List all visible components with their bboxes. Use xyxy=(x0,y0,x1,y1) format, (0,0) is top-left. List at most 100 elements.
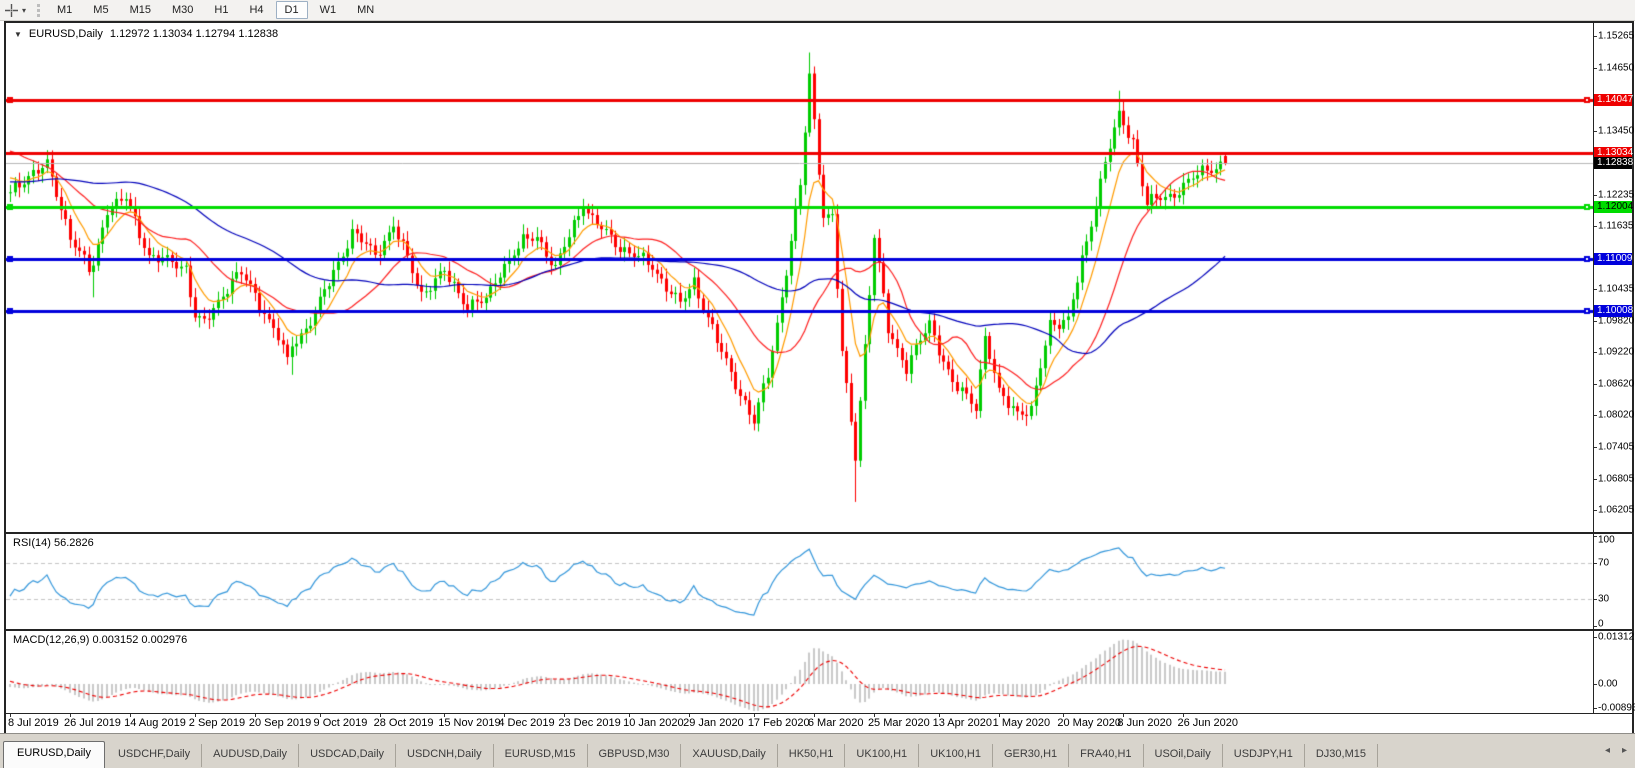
date-label: 1 May 2020 xyxy=(993,717,1050,729)
timeframe-button-w1[interactable]: W1 xyxy=(311,1,346,19)
chart-tab-hk50-h1[interactable]: HK50,H1 xyxy=(778,744,846,767)
chart-tab-ger30-h1[interactable]: GER30,H1 xyxy=(993,744,1069,767)
date-label: 10 Jan 2020 xyxy=(623,717,684,729)
toolbar-grip[interactable] xyxy=(37,4,40,17)
macd-axis[interactable]: 0.01312 0.00 -0.00893 xyxy=(1593,631,1632,713)
macd-pane: MACD(12,26,9) 0.003152 0.002976 0.013120… xyxy=(6,629,1632,713)
price-tick-label: 1.09220 xyxy=(1598,347,1634,358)
timeframe-button-h1[interactable]: H1 xyxy=(205,1,237,19)
price-tick-mark xyxy=(1594,510,1597,511)
price-line-label: 1.10008 xyxy=(1594,305,1632,317)
date-axis[interactable]: 8 Jul 201926 Jul 201914 Aug 20192 Sep 20… xyxy=(6,713,1632,733)
macd-tick-label: 0.01312 xyxy=(1598,632,1634,643)
price-tick-label: 1.13450 xyxy=(1598,125,1634,136)
chart-tab-usdchf-daily[interactable]: USDCHF,Daily xyxy=(107,744,202,767)
price-tick-mark xyxy=(1594,131,1597,132)
rsi-tick-mark xyxy=(1594,563,1597,564)
price-tick-mark xyxy=(1594,447,1597,448)
chart-tab-usdcad-daily[interactable]: USDCAD,Daily xyxy=(299,744,396,767)
rsi-tick-label: 100 xyxy=(1598,535,1615,546)
price-line-label: 1.14047 xyxy=(1594,94,1632,106)
chart-title: ▼ EURUSD,Daily 1.12972 1.13034 1.12794 1… xyxy=(14,28,278,40)
date-label: 23 Dec 2019 xyxy=(558,717,620,729)
price-line-label: 1.12004 xyxy=(1594,201,1632,213)
chart-tab-dj30-m15[interactable]: DJ30,M15 xyxy=(1305,744,1378,767)
price-tick-mark xyxy=(1594,289,1597,290)
price-tick-mark xyxy=(1594,36,1597,37)
chart-tab-xauusd-daily[interactable]: XAUUSD,Daily xyxy=(681,744,777,767)
timeframe-button-h4[interactable]: H4 xyxy=(240,1,272,19)
date-label: 4 Dec 2019 xyxy=(498,717,554,729)
price-tick-mark xyxy=(1594,479,1597,480)
price-tick-label: 1.12235 xyxy=(1598,189,1634,200)
price-chart-canvas[interactable] xyxy=(6,23,1593,532)
symbol-label: EURUSD,Daily xyxy=(29,28,103,40)
date-label: 6 Mar 2020 xyxy=(808,717,864,729)
ohlc-values: 1.12972 1.13034 1.12794 1.12838 xyxy=(110,28,278,40)
macd-canvas[interactable] xyxy=(6,631,1593,713)
tab-scroll-left-icon[interactable]: ◂ xyxy=(1605,745,1610,756)
crosshair-tool-icon[interactable] xyxy=(3,2,19,18)
timeframe-button-d1[interactable]: D1 xyxy=(276,1,308,19)
chart-tab-audusd-daily[interactable]: AUDUSD,Daily xyxy=(202,744,299,767)
price-tick-label: 1.14650 xyxy=(1598,63,1634,74)
rsi-tick-label: 0 xyxy=(1598,619,1604,630)
date-label: 2 Sep 2019 xyxy=(189,717,245,729)
chart-tab-uk100-h1[interactable]: UK100,H1 xyxy=(919,744,993,767)
date-label: 28 Oct 2019 xyxy=(374,717,434,729)
macd-tick-mark xyxy=(1594,684,1597,685)
timeframe-button-m30[interactable]: M30 xyxy=(163,1,202,19)
macd-tick-mark xyxy=(1594,708,1597,709)
price-tick-label: 1.07405 xyxy=(1598,442,1634,453)
price-tick-mark xyxy=(1594,321,1597,322)
chart-tab-usoil-daily[interactable]: USOil,Daily xyxy=(1144,744,1223,767)
tab-scroll-arrows: ◂ ▸ xyxy=(1605,745,1627,756)
chart-tab-bar: EURUSD,DailyUSDCHF,DailyAUDUSD,DailyUSDC… xyxy=(0,733,1635,768)
price-tick-mark xyxy=(1594,68,1597,69)
price-tick-label: 1.15265 xyxy=(1598,31,1634,42)
price-tick-label: 1.06805 xyxy=(1598,473,1634,484)
rsi-canvas[interactable] xyxy=(6,534,1593,629)
date-label: 9 Oct 2019 xyxy=(314,717,368,729)
price-tick-label: 1.08620 xyxy=(1598,378,1634,389)
chart-window: ▼ EURUSD,Daily 1.12972 1.13034 1.12794 1… xyxy=(4,21,1634,733)
chart-tab-eurusd-daily[interactable]: EURUSD,Daily xyxy=(3,741,105,768)
current-price-label: 1.12838 xyxy=(1594,157,1632,169)
date-label: 17 Feb 2020 xyxy=(748,717,810,729)
chart-tab-uk100-h1[interactable]: UK100,H1 xyxy=(845,744,919,767)
price-axis[interactable]: 1.152651.146501.134501.122351.116351.104… xyxy=(1593,23,1632,532)
price-tick-mark xyxy=(1594,226,1597,227)
date-label: 13 Apr 2020 xyxy=(933,717,992,729)
rsi-tick-label: 70 xyxy=(1598,558,1609,569)
timeframe-button-m5[interactable]: M5 xyxy=(84,1,117,19)
macd-tick-label: 0.00 xyxy=(1598,679,1617,690)
tab-scroll-right-icon[interactable]: ▸ xyxy=(1622,745,1627,756)
rsi-axis[interactable]: 10070300 xyxy=(1593,534,1632,629)
date-label: 29 Jan 2020 xyxy=(683,717,744,729)
collapse-icon[interactable]: ▼ xyxy=(14,30,22,39)
chart-tab-fra40-h1[interactable]: FRA40,H1 xyxy=(1069,744,1143,767)
rsi-tick-mark xyxy=(1594,599,1597,600)
tool-dropdown-icon[interactable]: ▾ xyxy=(19,6,29,15)
date-label: 20 Sep 2019 xyxy=(249,717,311,729)
chart-tab-usdcnh-daily[interactable]: USDCNH,Daily xyxy=(396,744,494,767)
price-tick-mark xyxy=(1594,195,1597,196)
price-tick-label: 1.11635 xyxy=(1598,220,1633,231)
rsi-tick-mark xyxy=(1594,626,1597,627)
price-line-label: 1.11009 xyxy=(1594,253,1632,265)
timeframe-button-mn[interactable]: MN xyxy=(348,1,383,19)
price-tick-label: 1.08020 xyxy=(1598,410,1634,421)
date-label: 26 Jul 2019 xyxy=(64,717,121,729)
price-tick-mark xyxy=(1594,384,1597,385)
price-tick-label: 1.06205 xyxy=(1598,505,1634,516)
price-tick-mark xyxy=(1594,415,1597,416)
chart-tab-eurusd-m15[interactable]: EURUSD,M15 xyxy=(494,744,588,767)
timeframe-button-m15[interactable]: M15 xyxy=(121,1,160,19)
macd-tick-label: -0.00893 xyxy=(1598,703,1635,714)
chart-tab-usdjpy-h1[interactable]: USDJPY,H1 xyxy=(1223,744,1305,767)
chart-tab-gbpusd-m30[interactable]: GBPUSD,M30 xyxy=(588,744,682,767)
rsi-header: RSI(14) 56.2826 xyxy=(13,537,94,549)
timeframe-button-m1[interactable]: M1 xyxy=(48,1,81,19)
date-label: 20 May 2020 xyxy=(1057,717,1121,729)
rsi-pane: RSI(14) 56.2826 10070300 xyxy=(6,532,1632,629)
